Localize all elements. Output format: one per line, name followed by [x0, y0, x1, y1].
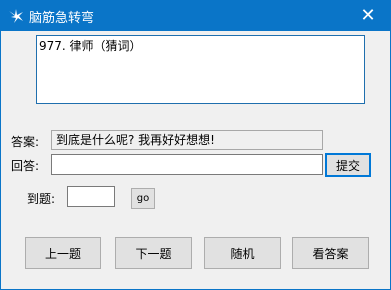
title-bar[interactable]: 脑筋急转弯 ✕	[0, 0, 391, 31]
window-client-area: 977. 律师（猜词） 答案: 到底是什么呢? 我再好好想想! 回答: 提交 到…	[1, 31, 390, 289]
bird-app-icon	[8, 8, 24, 24]
app-window: 脑筋急转弯 ✕ 977. 律师（猜词） 答案: 到底是什么呢? 我再好好想想! …	[0, 0, 391, 290]
question-text: 977. 律师（猜词）	[39, 39, 142, 53]
goto-input[interactable]	[67, 186, 115, 207]
reply-label: 回答:	[11, 159, 40, 173]
random-question-button[interactable]: 随机	[204, 237, 281, 269]
window-title: 脑筋急转弯	[29, 11, 95, 26]
close-icon[interactable]: ✕	[345, 0, 391, 31]
question-display: 977. 律师（猜词）	[36, 35, 365, 104]
answer-label: 答案:	[11, 135, 40, 149]
goto-label: 到题:	[27, 192, 56, 206]
answer-display: 到底是什么呢? 我再好好想想!	[51, 130, 323, 150]
go-button[interactable]: go	[131, 188, 155, 209]
reply-input[interactable]	[51, 154, 323, 175]
prev-question-button[interactable]: 上一题	[25, 237, 101, 269]
next-question-button[interactable]: 下一题	[115, 237, 192, 269]
show-answer-button[interactable]: 看答案	[292, 237, 369, 269]
submit-button[interactable]: 提交	[325, 153, 371, 177]
